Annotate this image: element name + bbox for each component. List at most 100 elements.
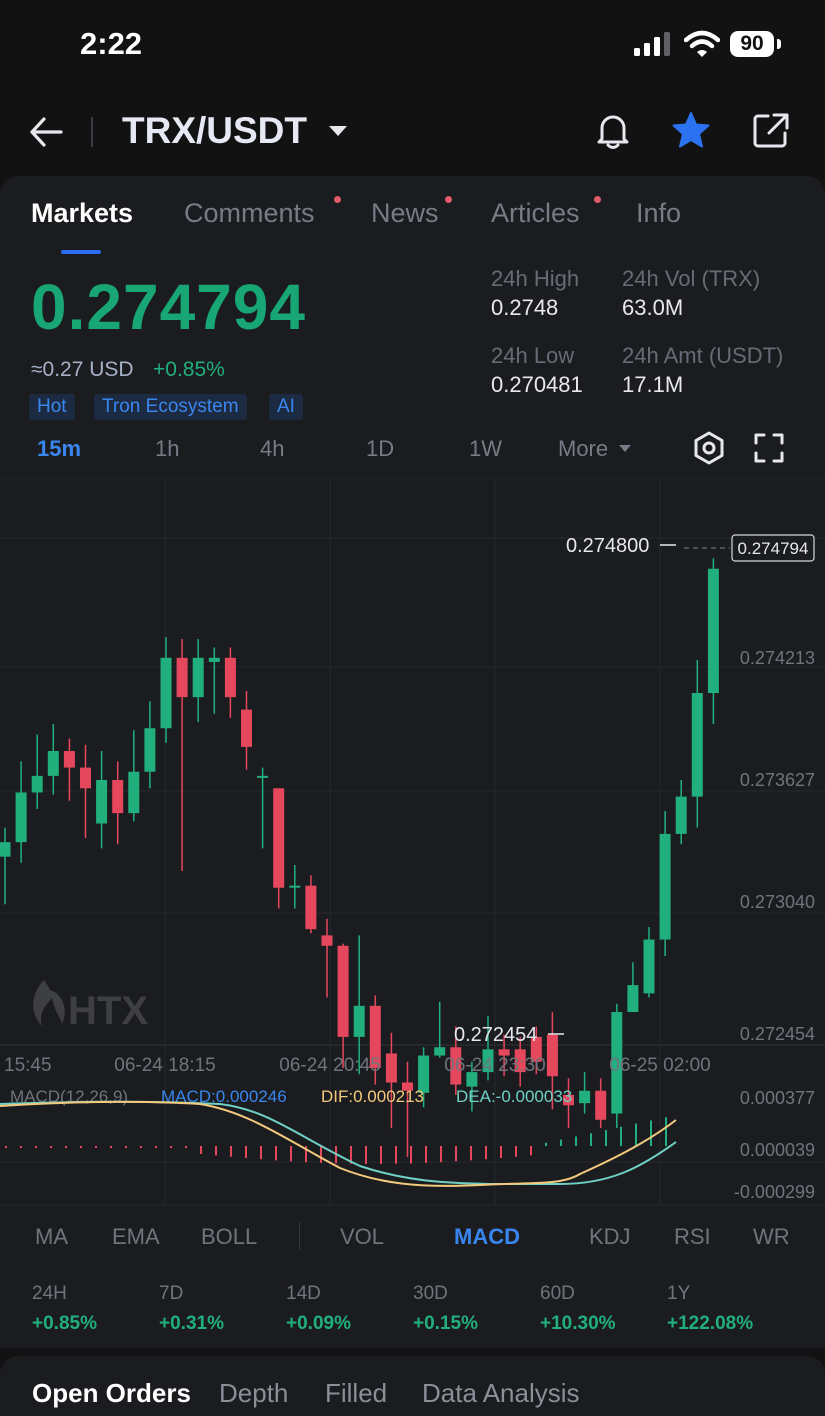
tab-open-orders[interactable]: Open Orders <box>32 1378 191 1409</box>
tab-data-analysis[interactable]: Data Analysis <box>422 1378 580 1409</box>
candle-body <box>15 792 27 843</box>
macd-bar <box>260 1146 262 1160</box>
macd-bar <box>665 1117 667 1146</box>
indicator-divider <box>299 1222 300 1250</box>
timeframe-1w[interactable]: 1W <box>469 436 502 462</box>
candle-body <box>321 935 333 946</box>
share-icon[interactable] <box>752 112 790 150</box>
macd-bar <box>365 1146 367 1164</box>
low-24h-value: 0.270481 <box>491 372 583 397</box>
candle-body <box>257 775 269 778</box>
macd-bar <box>470 1146 472 1161</box>
x-tick-label: 06-25 02:00 <box>609 1055 710 1076</box>
price-chart[interactable]: HTX 0.274794 0.274800 0.272454 0.274213 … <box>0 478 825 1206</box>
tab-news[interactable]: News <box>371 198 439 229</box>
indicator-kdj[interactable]: KDJ <box>589 1224 631 1250</box>
macd-bar <box>125 1146 127 1148</box>
macd-bar <box>200 1146 202 1154</box>
indicator-wr[interactable]: WR <box>753 1224 790 1250</box>
macd-bar <box>185 1146 187 1148</box>
candle-body <box>691 693 703 797</box>
candle-body <box>80 767 91 789</box>
macd-bar <box>140 1146 142 1148</box>
x-tick-label: 15:45 <box>4 1055 52 1076</box>
macd-bar <box>35 1146 37 1148</box>
tag-hot[interactable]: Hot <box>29 394 75 420</box>
candle-body <box>63 751 75 768</box>
indicator-macd[interactable]: MACD <box>454 1224 520 1250</box>
tag-ai[interactable]: AI <box>269 394 303 420</box>
fullscreen-icon[interactable] <box>753 432 785 464</box>
candle-body <box>595 1090 607 1120</box>
x-tick-label: 06-24 23:30 <box>444 1055 545 1076</box>
macd-bar <box>320 1146 322 1163</box>
tab-depth[interactable]: Depth <box>219 1378 288 1409</box>
bell-icon[interactable] <box>594 111 632 151</box>
vol-24h-label: 24h Vol (TRX) <box>622 266 761 291</box>
indicator-ema[interactable]: EMA <box>112 1224 160 1250</box>
low-24h-label: 24h Low <box>491 343 575 368</box>
candle-body <box>112 780 124 814</box>
perf-value-7d: +0.31% <box>159 1313 224 1334</box>
candle-body <box>128 771 140 814</box>
dif-value-label: DIF:0.000213 <box>321 1087 424 1106</box>
macd-bar <box>440 1146 442 1163</box>
macd-y-tick: 0.000039 <box>740 1140 815 1160</box>
candle-body <box>176 657 188 698</box>
candle-body <box>627 985 639 1013</box>
macd-bar <box>95 1146 97 1148</box>
perf-value-30d: +0.15% <box>413 1313 478 1334</box>
tab-markets[interactable]: Markets <box>31 198 133 229</box>
more-dropdown-icon[interactable] <box>618 444 632 453</box>
macd-bar <box>575 1136 577 1146</box>
dif-line <box>0 1100 677 1187</box>
macd-histogram <box>5 1117 667 1164</box>
timeframe-more[interactable]: More <box>558 436 608 462</box>
candle-body <box>96 780 108 824</box>
indicator-ma[interactable]: MA <box>35 1224 68 1250</box>
tab-articles[interactable]: Articles <box>491 198 580 229</box>
candle-body <box>241 709 252 747</box>
candle-body <box>192 657 204 698</box>
candle-body <box>579 1090 591 1104</box>
tab-info[interactable]: Info <box>636 198 681 229</box>
perf-value-14d: +0.09% <box>286 1313 351 1334</box>
macd-bar <box>80 1146 82 1148</box>
pair-dropdown-icon[interactable] <box>328 124 348 138</box>
candle-body <box>160 657 172 729</box>
macd-bar <box>515 1146 517 1157</box>
cellular-signal-icon <box>634 32 670 56</box>
macd-bar <box>620 1126 622 1146</box>
tab-filled[interactable]: Filled <box>325 1378 387 1409</box>
macd-y-tick: -0.000299 <box>734 1182 815 1202</box>
timeframe-1d[interactable]: 1D <box>366 436 394 462</box>
last-price: 0.274794 <box>31 271 306 343</box>
macd-bar <box>215 1146 217 1156</box>
watermark-text: HTX <box>68 989 148 1033</box>
chart-settings-icon[interactable] <box>692 431 726 465</box>
y-tick-label: 0.273040 <box>740 892 815 912</box>
macd-bar <box>605 1130 607 1146</box>
indicator-boll[interactable]: BOLL <box>201 1224 257 1250</box>
pair-title[interactable]: TRX/USDT <box>122 110 307 152</box>
perf-label-7d: 7D <box>159 1283 184 1304</box>
perf-value-60d: +10.30% <box>540 1313 616 1334</box>
indicator-vol[interactable]: VOL <box>340 1224 384 1250</box>
timeframe-15m[interactable]: 15m <box>37 436 81 462</box>
timeframe-4h[interactable]: 4h <box>260 436 284 462</box>
last-price-tag-text: 0.274794 <box>738 539 809 558</box>
perf-label-1y: 1Y <box>667 1283 691 1304</box>
tab-comments[interactable]: Comments <box>184 198 315 229</box>
back-arrow-icon[interactable] <box>28 114 64 150</box>
perf-value-24h: +0.85% <box>32 1313 97 1334</box>
favorite-star-icon[interactable] <box>671 110 711 150</box>
comments-unread-dot <box>334 196 341 203</box>
timeframe-1h[interactable]: 1h <box>155 436 179 462</box>
battery-tip <box>777 39 781 49</box>
macd-bar <box>275 1146 277 1161</box>
indicator-rsi[interactable]: RSI <box>674 1224 711 1250</box>
tag-tron-ecosystem[interactable]: Tron Ecosystem <box>94 394 247 420</box>
macd-bar <box>500 1146 502 1158</box>
candle-body <box>546 1034 558 1077</box>
perf-label-24h: 24H <box>32 1283 67 1304</box>
